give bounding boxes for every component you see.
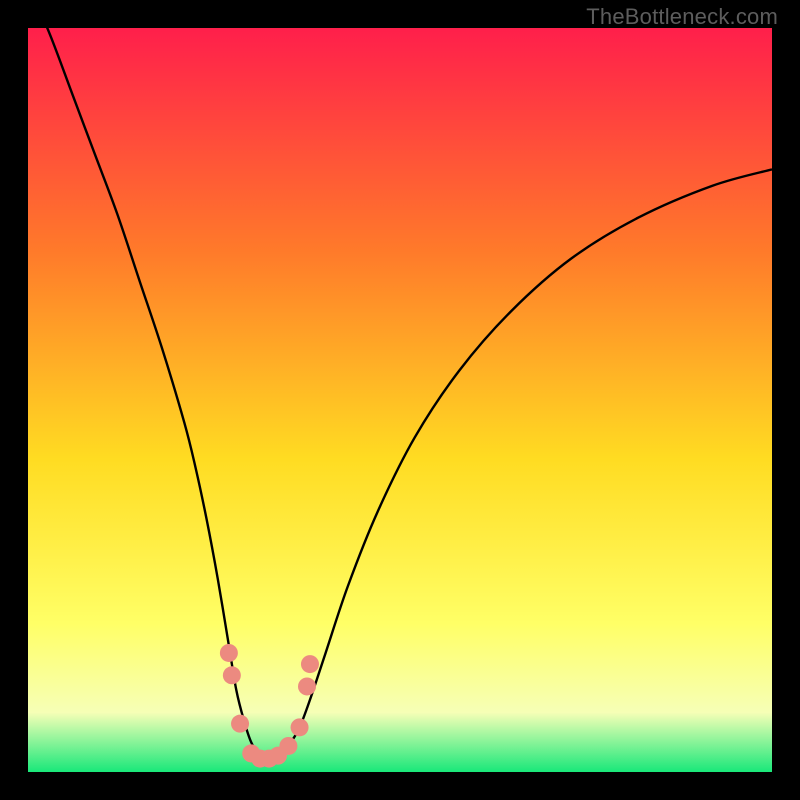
- plot-svg: [28, 28, 772, 772]
- data-marker: [298, 677, 316, 695]
- data-marker: [231, 715, 249, 733]
- data-marker: [291, 718, 309, 736]
- data-marker: [220, 644, 238, 662]
- background-gradient: [28, 28, 772, 772]
- data-marker: [301, 655, 319, 673]
- data-marker: [223, 666, 241, 684]
- data-marker: [279, 737, 297, 755]
- plot-area: [28, 28, 772, 772]
- watermark-text: TheBottleneck.com: [586, 4, 778, 30]
- chart-frame: TheBottleneck.com: [0, 0, 800, 800]
